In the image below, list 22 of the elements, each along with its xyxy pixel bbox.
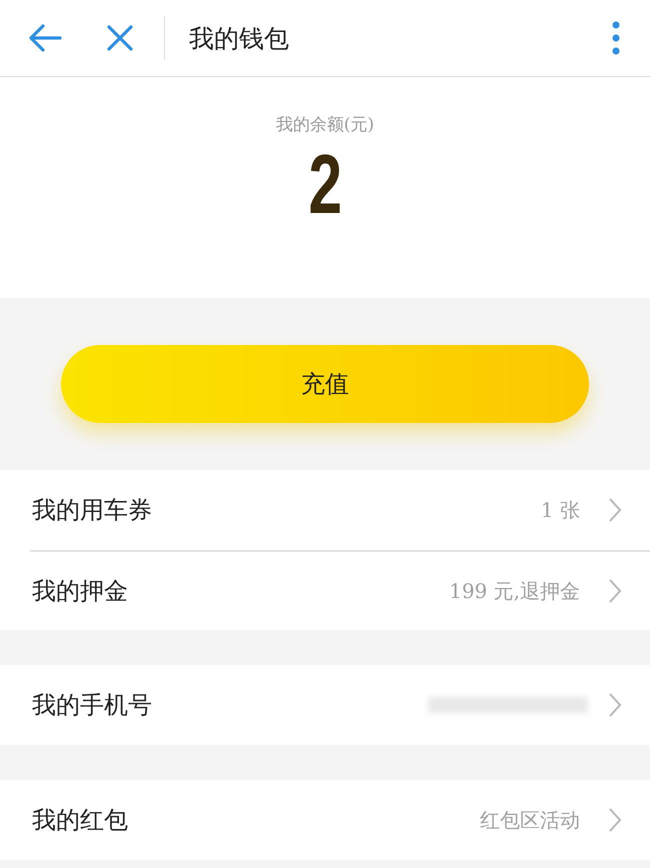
row-value: 1 张 — [540, 496, 580, 524]
chevron-icon — [608, 692, 622, 718]
chevron-icon — [608, 807, 622, 833]
list-row[interactable]: 我的红包 红包区活动 — [0, 780, 650, 860]
balance-amount: 2 — [308, 142, 342, 226]
list-row[interactable]: 我的押金 199 元,退押金 — [30, 550, 650, 630]
row-label: 我的押金 — [32, 576, 129, 607]
close-icon[interactable] — [106, 24, 134, 52]
chevron-icon — [608, 497, 622, 523]
row-label: 我的用车券 — [32, 495, 153, 526]
page-title: 我的钱包 — [189, 22, 290, 54]
list-row[interactable]: 我的用车券 1 张 — [0, 470, 650, 550]
row-value: 红包区活动 — [480, 806, 580, 834]
row-label: 我的红包 — [32, 805, 129, 836]
balance-label: 我的余额(元) — [276, 114, 374, 136]
recharge-button[interactable]: 充值 — [61, 345, 589, 423]
row-label: 我的手机号 — [32, 690, 153, 721]
row-value: 199 元,退押金 — [449, 578, 580, 604]
more-icon[interactable] — [612, 21, 620, 55]
back-icon[interactable] — [28, 23, 62, 53]
list-row[interactable]: 我的手机号 — [0, 665, 650, 745]
chevron-icon — [608, 578, 622, 604]
